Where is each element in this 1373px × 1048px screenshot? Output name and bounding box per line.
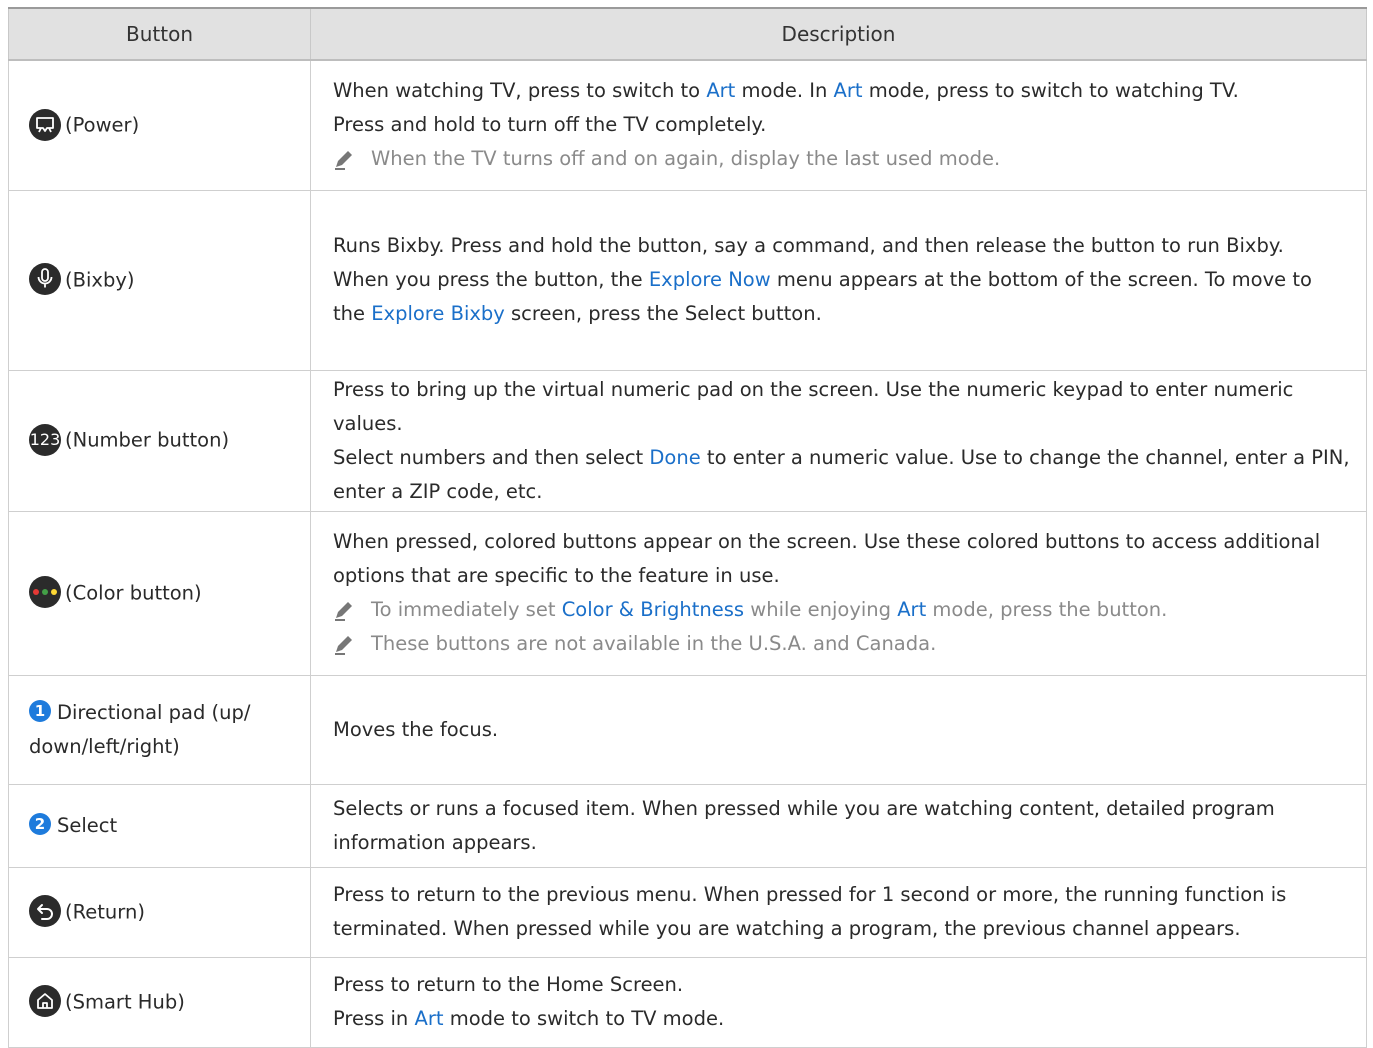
select-desc-1: Selects or runs a focused item. When pre…	[333, 796, 1275, 854]
table-row-color: (Color button) When pressed, colored but…	[8, 510, 1367, 676]
button-label-home: (Smart Hub)	[65, 990, 185, 1014]
description-cell-home: Press to return to the Home Screen. Pres…	[310, 956, 1367, 1048]
button-label-dpad: Directional pad (up/ down/left/right)	[29, 700, 251, 758]
description-cell-color: When pressed, colored buttons appear on …	[310, 510, 1367, 676]
table-row-power: (Power) When watching TV, press to switc…	[8, 59, 1367, 191]
table-row-select: 2 Select Selects or runs a focused item. …	[8, 783, 1367, 868]
button-label-power: (Power)	[65, 113, 140, 137]
button-cell-return: (Return)	[8, 866, 311, 958]
button-label-number: (Number button)	[65, 428, 230, 452]
color-note-1: To immediately set Color & Brightness wh…	[333, 593, 1350, 627]
description-cell-number: Press to bring up the virtual numeric pa…	[310, 369, 1367, 512]
bixby-desc-2: When you press the button, the Explore N…	[333, 268, 1312, 325]
button-cell-color: (Color button)	[8, 510, 311, 676]
pencil-note-icon	[335, 636, 352, 655]
power-desc-1: When watching TV, press to switch to Art…	[333, 79, 1239, 103]
power-note: When the TV turns off and on again, disp…	[333, 142, 1350, 176]
table-header-row: Button Description	[8, 7, 1367, 61]
return-icon	[29, 895, 61, 928]
bixby-desc-1: Runs Bixby. Press and hold the button, s…	[333, 234, 1284, 257]
color-dots-icon	[29, 576, 61, 609]
button-cell-number: 123 (Number button)	[8, 369, 311, 512]
button-cell-power: (Power)	[8, 59, 311, 191]
button-label-bixby: (Bixby)	[65, 268, 135, 292]
dpad-desc-1: Moves the focus.	[333, 717, 499, 741]
button-label-select: Select	[57, 813, 118, 837]
table-row-home: (Smart Hub) Press to return to the Home …	[8, 956, 1367, 1048]
description-cell-power: When watching TV, press to switch to Art…	[310, 59, 1367, 191]
header-button: Button	[8, 7, 311, 61]
description-cell-return: Press to return to the previous menu. Wh…	[310, 866, 1367, 958]
number-desc-2: Select numbers and then select Done to e…	[333, 445, 1350, 503]
number-desc-1: Press to bring up the virtual numeric pa…	[333, 377, 1294, 435]
button-cell-dpad: 1 Directional pad (up/ down/left/right)	[8, 674, 311, 785]
number-badge-2: 2	[29, 813, 51, 835]
power-desc-2: Press and hold to turn off the TV comple…	[333, 113, 767, 137]
table-row-return: (Return) Press to return to the previous…	[8, 866, 1367, 958]
description-cell-dpad: Moves the focus.	[310, 674, 1367, 785]
button-cell-bixby: (Bixby)	[8, 189, 311, 371]
description-cell-select: Selects or runs a focused item. When pre…	[310, 783, 1367, 868]
remote-buttons-table: Button Description (Power) When watching…	[8, 7, 1367, 1048]
header-description: Description	[310, 7, 1367, 61]
table-row-dpad: 1 Directional pad (up/ down/left/right) M…	[8, 674, 1367, 785]
button-cell-select: 2 Select	[8, 783, 311, 868]
table-row-bixby: (Bixby) Runs Bixby. Press and hold the b…	[8, 189, 1367, 371]
button-cell-home: (Smart Hub)	[8, 956, 311, 1048]
color-note-2: These buttons are not available in the U…	[333, 627, 1350, 661]
table-row-number: 123 (Number button) Press to bring up the…	[8, 369, 1367, 512]
description-cell-bixby: Runs Bixby. Press and hold the button, s…	[310, 189, 1367, 371]
color-desc-1: When pressed, colored buttons appear on …	[333, 530, 1321, 587]
pencil-note-icon	[335, 602, 352, 621]
number-badge-1: 1	[29, 700, 51, 722]
home-desc-2: Press in Art mode to switch to TV mode.	[333, 1007, 725, 1030]
home-icon	[29, 985, 61, 1018]
pencil-note-icon	[335, 151, 352, 171]
power-icon	[29, 108, 61, 141]
return-desc-1: Press to return to the previous menu. Wh…	[333, 883, 1287, 940]
home-desc-1: Press to return to the Home Screen.	[333, 973, 684, 996]
button-label-return: (Return)	[65, 900, 145, 924]
button-label-color: (Color button)	[65, 581, 202, 605]
number-123-icon: 123	[29, 423, 61, 456]
microphone-icon	[29, 263, 61, 296]
